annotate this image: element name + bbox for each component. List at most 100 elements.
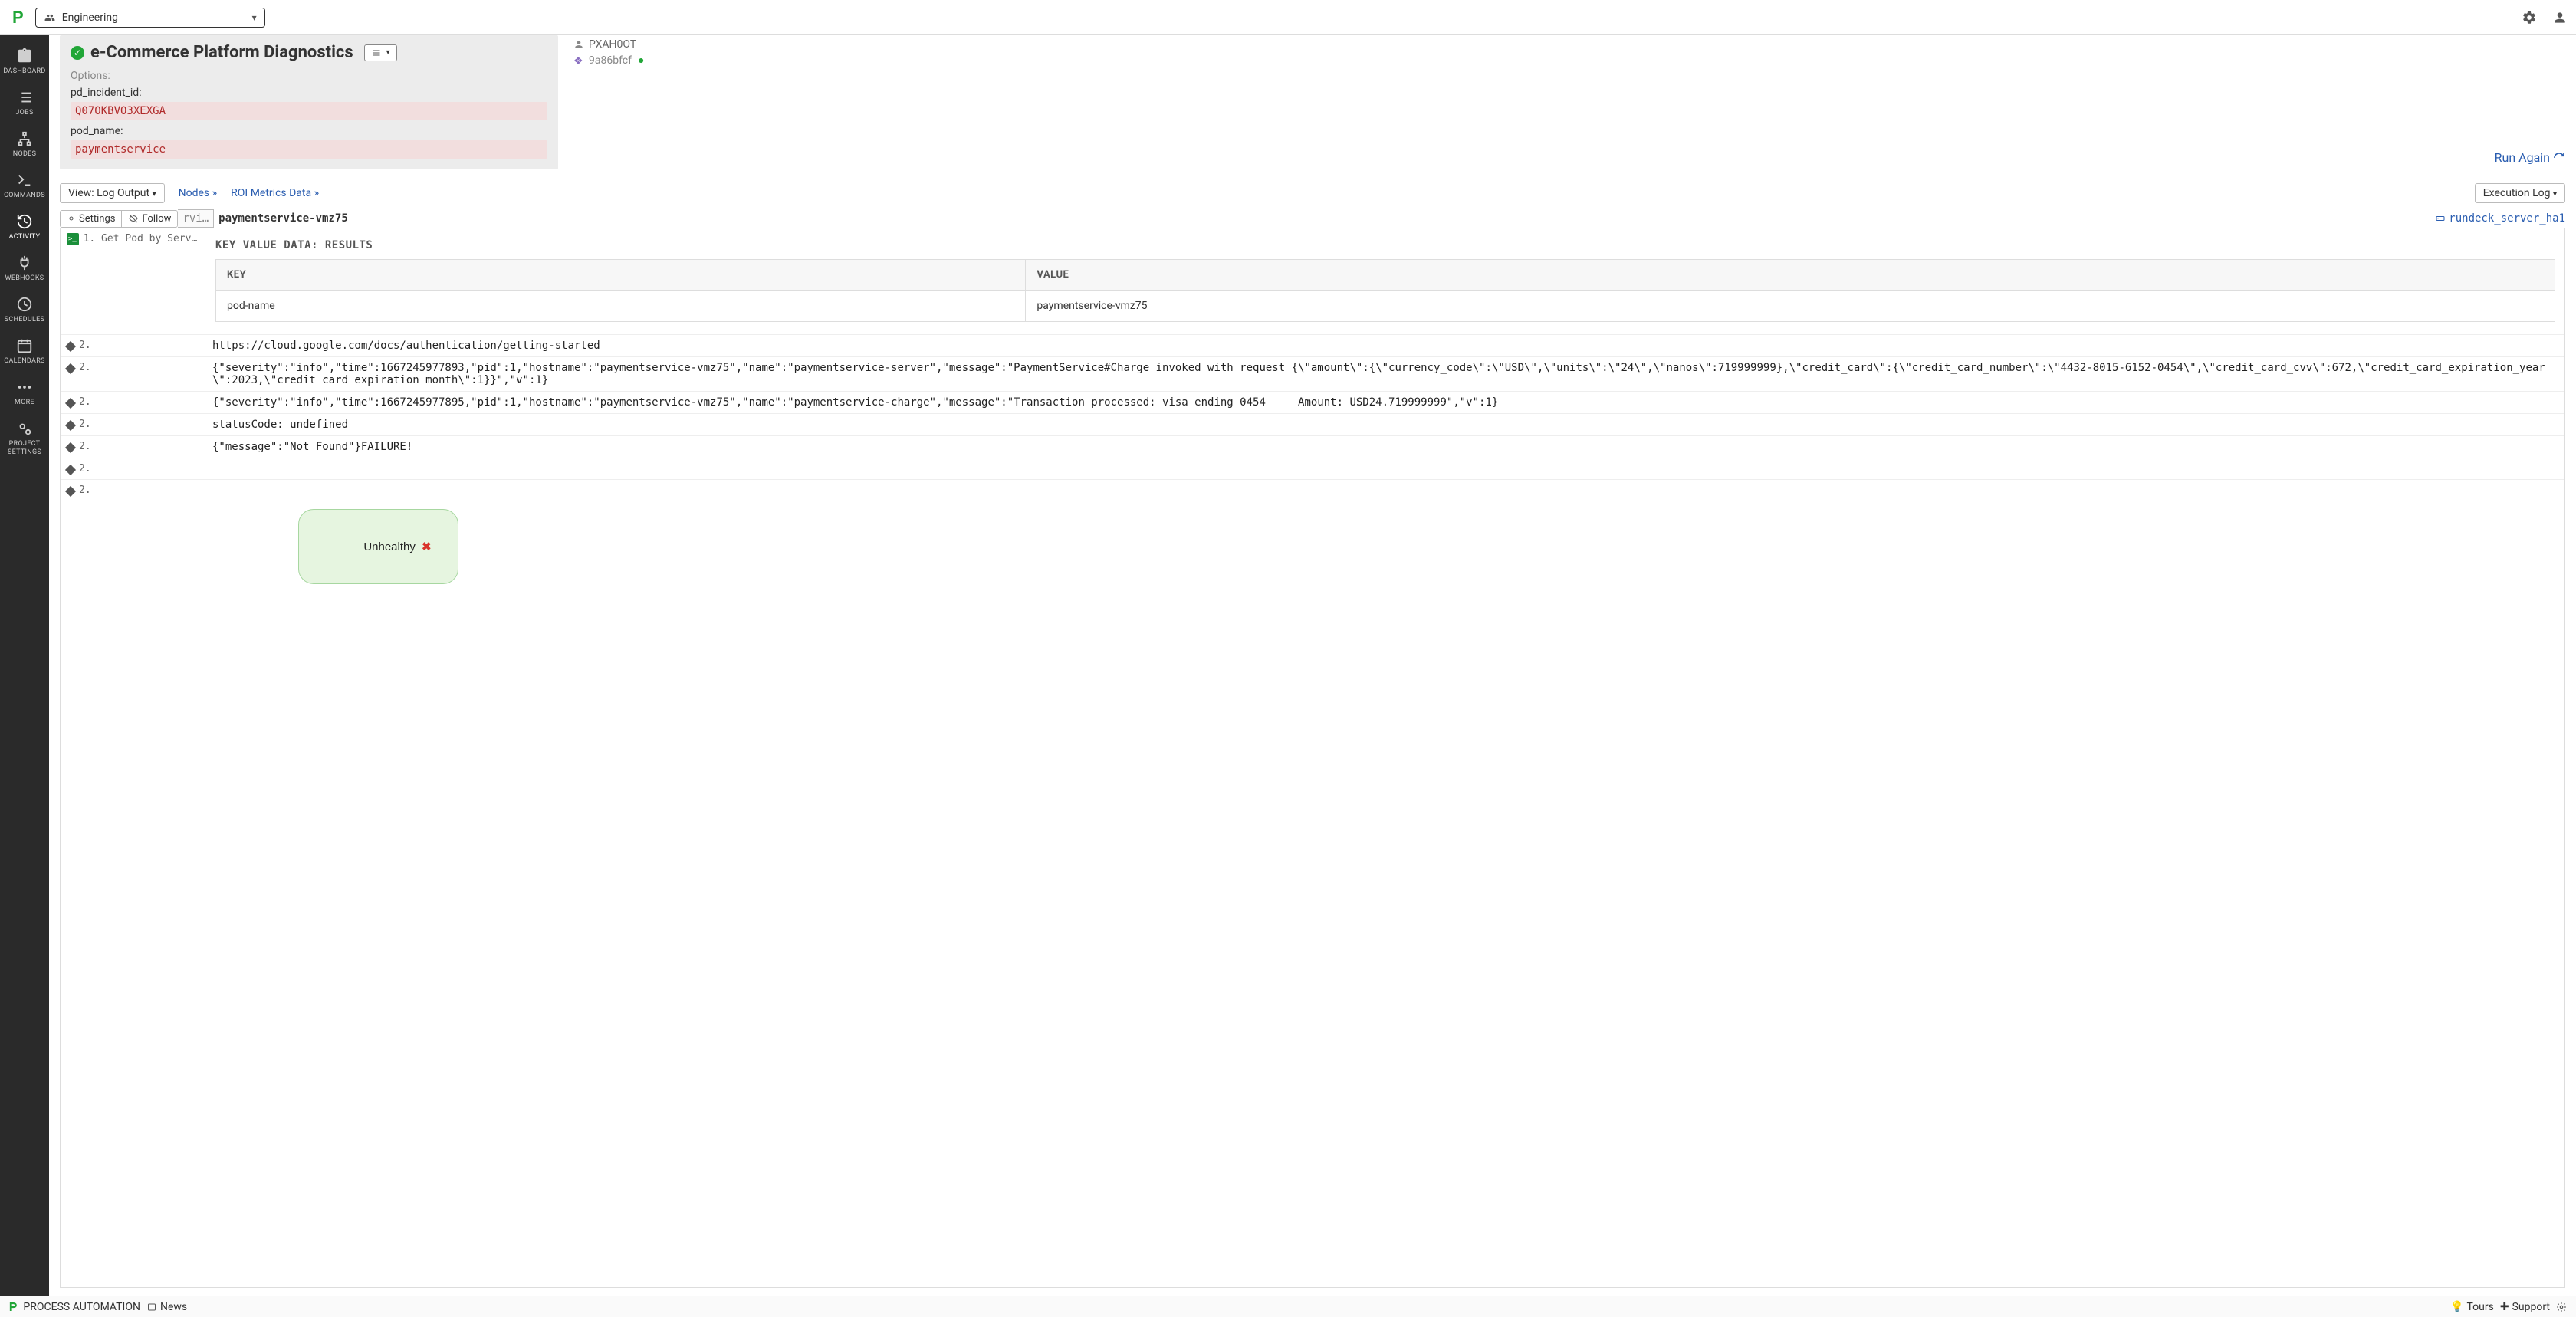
diamond-icon (65, 420, 76, 431)
brand-logo: P (8, 8, 28, 28)
sidebar-item-commands[interactable]: COMMANDS (0, 166, 49, 205)
log-message: https://cloud.google.com/docs/authentica… (206, 335, 2564, 356)
chevron-down-icon: ▾ (386, 48, 390, 57)
step-label: 2. (79, 441, 91, 452)
sidebar-item-calendars[interactable]: CALENDARS (0, 331, 49, 371)
node-name: paymentservice-vmz75 (219, 212, 348, 225)
execution-user: PXAH0OT (589, 38, 636, 51)
branch-icon: ❖ (573, 55, 584, 66)
gear-icon (67, 214, 76, 223)
bulb-icon: 💡 (2450, 1301, 2463, 1313)
caret-down-icon: ▾ (153, 190, 156, 199)
diamond-icon (65, 465, 76, 475)
kv-table: KEY VALUE pod-name paymentservice-vmz75 (215, 259, 2555, 322)
calendar-icon (16, 337, 33, 354)
nodes-link[interactable]: Nodes » (179, 187, 218, 199)
eye-off-icon (128, 214, 139, 223)
execution-log-selector[interactable]: Execution Log ▾ (2475, 183, 2565, 203)
run-again-link[interactable]: Run Again (2495, 150, 2565, 165)
commit-hash: 9a86bfcf (589, 54, 632, 67)
hdd-icon (2435, 214, 2446, 223)
step-label: 2. (79, 340, 91, 351)
project-selector[interactable]: Engineering ▾ (35, 8, 265, 28)
step-label: 2. (79, 396, 91, 408)
step-label: 2. (79, 463, 91, 475)
cross-icon: ✖ (419, 540, 432, 553)
footer: P PROCESS AUTOMATION News 💡 Tours ✚ Supp… (0, 1296, 2576, 1317)
job-card: ✓ e-Commerce Platform Diagnostics ▾ Opti… (60, 35, 558, 169)
terminal-icon (16, 172, 33, 189)
diamond-icon (65, 363, 76, 374)
project-name: Engineering (62, 11, 118, 24)
kv-value-header: VALUE (1026, 260, 2555, 291)
commit-ok-icon: ● (638, 54, 644, 67)
kv-key: pod-name (216, 291, 1026, 322)
sidebar-item-webhooks[interactable]: WEBHOOKS (0, 248, 49, 288)
execution-meta: PXAH0OT ❖ 9a86bfcf ● (573, 35, 644, 169)
footer-brand[interactable]: PROCESS AUTOMATION (23, 1301, 140, 1313)
user-icon[interactable] (2551, 9, 2568, 26)
footer-support[interactable]: ✚ Support (2500, 1301, 2550, 1313)
plus-icon: ✚ (2500, 1301, 2509, 1313)
step-label: 2. (79, 484, 91, 496)
log-message: Unhealthy ✖ (206, 480, 2564, 613)
rvi-field[interactable]: rvi… (178, 209, 214, 228)
step-label: 2. (79, 419, 91, 430)
log-message: {"severity":"info","time":1667245977893,… (206, 357, 2564, 391)
kv-key-header: KEY (216, 260, 1026, 291)
sidebar-item-project-settings[interactable]: PROJECT SETTINGS (0, 414, 49, 463)
log-message: statusCode: undefined (206, 414, 2564, 435)
view-selector[interactable]: View: Log Output ▾ (60, 183, 165, 203)
topbar: P Engineering ▾ (0, 0, 2576, 35)
log-message: {"severity":"info","time":1667245977895,… (206, 392, 2564, 413)
person-icon (573, 39, 584, 50)
sidebar-item-jobs[interactable]: JOBS (0, 83, 49, 123)
settings-button[interactable]: Settings (61, 211, 122, 227)
diamond-icon (65, 341, 76, 352)
sitemap-icon (16, 130, 33, 147)
caret-down-icon: ▾ (2553, 190, 2557, 199)
kv-header: KEY VALUE DATA: RESULTS (206, 228, 2564, 259)
options-label: Options: (71, 70, 547, 82)
diamond-icon (65, 486, 76, 497)
footer-news[interactable]: News (146, 1301, 187, 1313)
job-title: e-Commerce Platform Diagnostics (90, 43, 353, 62)
brand-logo-small: P (9, 1299, 17, 1314)
sidebar: DASHBOARD JOBS NODES COMMANDS ACTIVITY W… (0, 35, 49, 1296)
gear-icon (2556, 1302, 2567, 1312)
plug-icon (16, 255, 33, 271)
dots-icon (16, 379, 33, 396)
sidebar-item-nodes[interactable]: NODES (0, 124, 49, 164)
option-key-incident: pd_incident_id: (71, 87, 547, 99)
sidebar-item-more[interactable]: MORE (0, 373, 49, 412)
server-link[interactable]: rundeck_server_ha1 (2435, 212, 2565, 225)
diamond-icon (65, 442, 76, 453)
step-label: 1. Get Pod by Servi… (84, 233, 200, 245)
terminal-step-icon (67, 233, 79, 245)
sidebar-item-schedules[interactable]: SCHEDULES (0, 290, 49, 330)
sidebar-item-dashboard[interactable]: DASHBOARD (0, 41, 49, 81)
history-icon (16, 213, 33, 230)
gear-icon[interactable] (2521, 9, 2538, 26)
users-icon (44, 12, 56, 23)
log-message (206, 458, 2564, 468)
main-content: ✓ e-Commerce Platform Diagnostics ▾ Opti… (49, 35, 2576, 1296)
status-badge: Unhealthy ✖ (298, 509, 458, 584)
success-icon: ✓ (71, 46, 84, 60)
follow-button[interactable]: Follow (122, 211, 177, 227)
clock-icon (16, 296, 33, 313)
option-value-pod: paymentservice (71, 140, 547, 159)
list-icon (16, 89, 33, 106)
clipboard-icon (16, 48, 33, 64)
footer-settings-icon[interactable] (2556, 1302, 2567, 1312)
footer-tours[interactable]: 💡 Tours (2450, 1301, 2494, 1313)
log-message: {"message":"Not Found"}FAILURE! (206, 436, 2564, 458)
gears-icon (16, 420, 33, 437)
job-actions-button[interactable]: ▾ (364, 44, 397, 61)
roi-link[interactable]: ROI Metrics Data » (231, 187, 319, 199)
step-label: 2. (79, 362, 91, 373)
refresh-icon (2553, 152, 2565, 164)
diamond-icon (65, 398, 76, 409)
sidebar-item-activity[interactable]: ACTIVITY (0, 207, 49, 247)
table-row: pod-name paymentservice-vmz75 (216, 291, 2555, 322)
